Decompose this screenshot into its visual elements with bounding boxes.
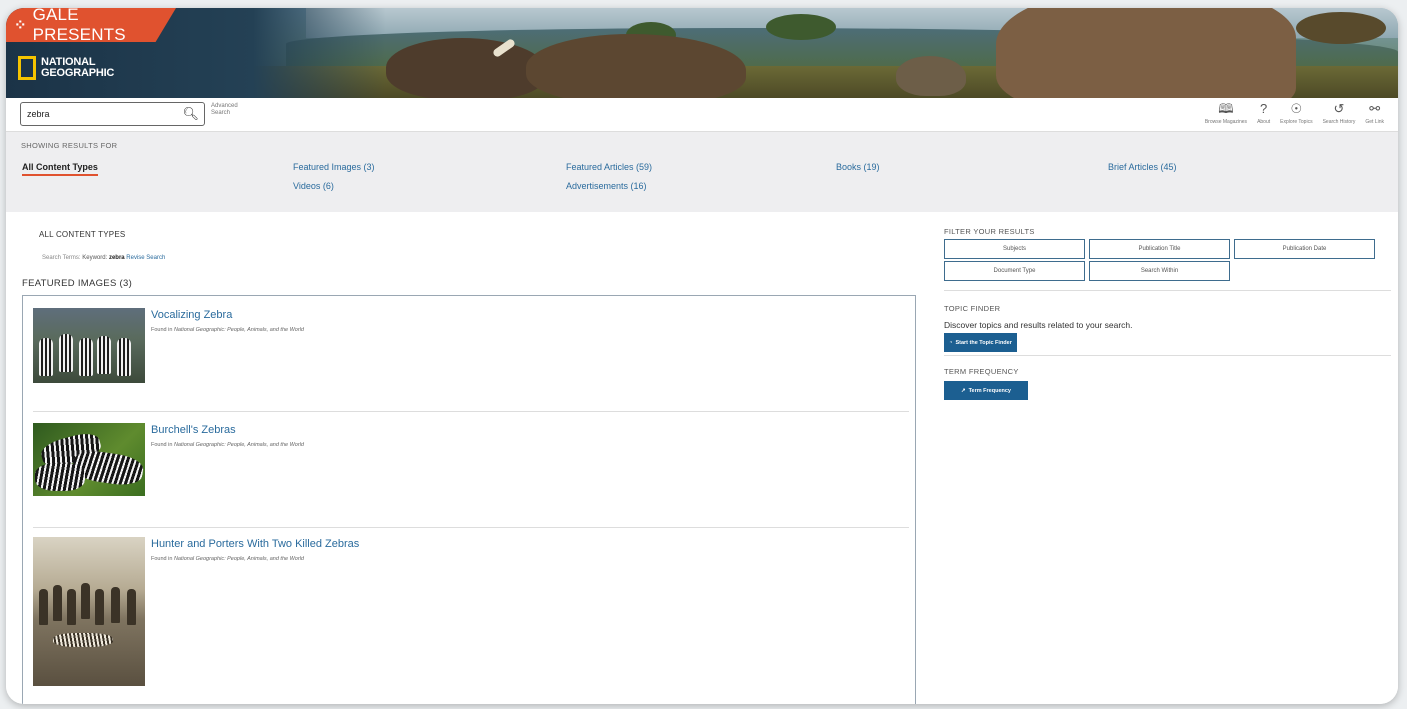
start-topic-finder-button[interactable]: ◔ Start the Topic Finder [944,333,1017,352]
tool-about[interactable]: ? About [1257,101,1271,126]
term-frequency-heading: TERM FREQUENCY [944,367,1019,376]
filter-search-within-button[interactable]: Search Within [1089,261,1230,281]
filter-publication-date-button[interactable]: Publication Date [1234,239,1375,259]
hero-banner: ⁘ GALE PRESENTS NATIONAL GEOGRAPHIC [6,8,1398,98]
keyword-value: zebra [108,255,125,261]
divider [33,527,909,528]
tool-label: Browse Magazines [1204,119,1248,125]
banner-tree [1296,12,1386,44]
browser-frame: ⁘ GALE PRESENTS NATIONAL GEOGRAPHIC 🔍︎ A… [6,8,1398,704]
gale-presents-label: GALE PRESENTS [32,8,126,44]
divider [944,290,1391,291]
lightbulb-icon: ☉ [1290,101,1303,116]
natgeo-logo-text: NATIONAL GEOGRAPHIC [41,57,114,79]
search-terms-prefix: Search Terms: [42,255,81,261]
tool-get-link[interactable]: ⚯ Get Link [1365,101,1384,126]
banner-elephant [896,56,966,96]
term-frequency-button[interactable]: ↗ Term Frequency [944,381,1028,400]
topic-finder-heading: TOPIC FINDER [944,304,1001,313]
revise-search-link[interactable]: Revise Search [126,255,165,261]
tab-featured-images[interactable]: Featured Images (3) [293,162,375,172]
banner-elephant [996,8,1296,98]
filter-heading: FILTER YOUR RESULTS [944,227,1035,236]
source-title: National Geographic: People, Animals, an… [173,327,304,333]
found-prefix: Found in [151,327,174,333]
search-icon[interactable]: 🔍︎ [182,106,199,122]
divider [944,355,1391,356]
tab-all-content-types[interactable]: All Content Types [22,162,98,176]
result-source: Found in National Geographic: People, An… [151,442,304,448]
keyword-label: Keyword: [82,255,108,261]
topic-finder-icon: ◔ [949,339,953,346]
thumbnail-image[interactable] [33,537,145,686]
thumbnail-image[interactable] [33,308,145,383]
tool-label: Search History [1322,119,1356,125]
result-title[interactable]: Burchell's Zebras [151,424,236,436]
tool-label: Explore Topics [1280,119,1313,125]
content-type-tabs: SHOWING RESULTS FOR All Content Types Fe… [6,132,1398,212]
search-terms-line: Search Terms: Keyword: zebra Revise Sear… [42,255,165,261]
source-title: National Geographic: People, Animals, an… [173,556,304,562]
tool-search-history[interactable]: ↺ Search History [1322,101,1356,126]
gale-logo-icon: ⁘ [14,17,27,34]
tab-featured-articles[interactable]: Featured Articles (59) [566,162,652,172]
search-input[interactable] [27,106,177,122]
source-title: National Geographic: People, Animals, an… [173,442,304,448]
history-icon: ↺ [1333,101,1345,116]
search-field[interactable]: 🔍︎ [20,102,205,126]
natgeo-logo-line2: GEOGRAPHIC [41,67,115,79]
term-frequency-button-label: Term Frequency [968,387,1011,394]
banner-elephant [386,38,546,98]
toolbar: 🕮︎ Browse Magazines ? About ☉ Explore To… [1204,101,1384,126]
tool-label: Get Link [1365,119,1384,125]
search-bar: 🔍︎ Advanced Search 🕮︎ Browse Magazines ?… [6,98,1398,132]
filter-publication-title-button[interactable]: Publication Title [1089,239,1230,259]
filter-subjects-button[interactable]: Subjects [944,239,1085,259]
divider [33,411,909,412]
found-prefix: Found in [151,556,174,562]
topic-finder-description: Discover topics and results related to y… [944,320,1133,330]
tool-browse-magazines[interactable]: 🕮︎ Browse Magazines [1204,101,1248,126]
list-item[interactable]: Burchell's Zebras Found in National Geog… [33,423,909,528]
topic-finder-button-label: Start the Topic Finder [955,339,1012,346]
thumbnail-image[interactable] [33,423,145,496]
results-panel: Vocalizing Zebra Found in National Geogr… [22,295,916,704]
banner-tree [766,14,836,40]
link-icon: ⚯ [1369,101,1381,116]
tool-explore-topics[interactable]: ☉ Explore Topics [1280,101,1313,126]
natgeo-logo[interactable]: NATIONAL GEOGRAPHIC [18,56,114,80]
book-icon: 🕮︎ [1218,101,1234,116]
featured-images-heading: FEATURED IMAGES (3) [22,278,133,289]
tab-books[interactable]: Books (19) [836,162,880,172]
result-source: Found in National Geographic: People, An… [151,327,304,333]
tab-videos[interactable]: Videos (6) [293,181,334,191]
result-title[interactable]: Vocalizing Zebra [151,309,232,321]
main-content: ALL CONTENT TYPES Search Terms: Keyword:… [6,212,1398,704]
question-icon: ? [1259,101,1268,116]
tool-label: About [1257,119,1271,125]
list-item[interactable]: Hunter and Porters With Two Killed Zebra… [33,537,909,704]
result-source: Found in National Geographic: People, An… [151,556,304,562]
list-item[interactable]: Vocalizing Zebra Found in National Geogr… [33,308,909,412]
gale-presents-badge[interactable]: ⁘ GALE PRESENTS [6,8,176,42]
natgeo-yellow-border-icon [18,56,36,80]
advanced-search-link[interactable]: Advanced Search [211,103,241,117]
chart-icon: ↗ [961,387,966,394]
tab-advertisements[interactable]: Advertisements (16) [566,181,647,191]
results-for-heading: SHOWING RESULTS FOR [21,141,118,150]
tab-brief-articles[interactable]: Brief Articles (45) [1108,162,1177,172]
section-title: ALL CONTENT TYPES [39,230,126,239]
filter-document-type-button[interactable]: Document Type [944,261,1085,281]
found-prefix: Found in [151,442,174,448]
result-title[interactable]: Hunter and Porters With Two Killed Zebra… [151,538,359,550]
